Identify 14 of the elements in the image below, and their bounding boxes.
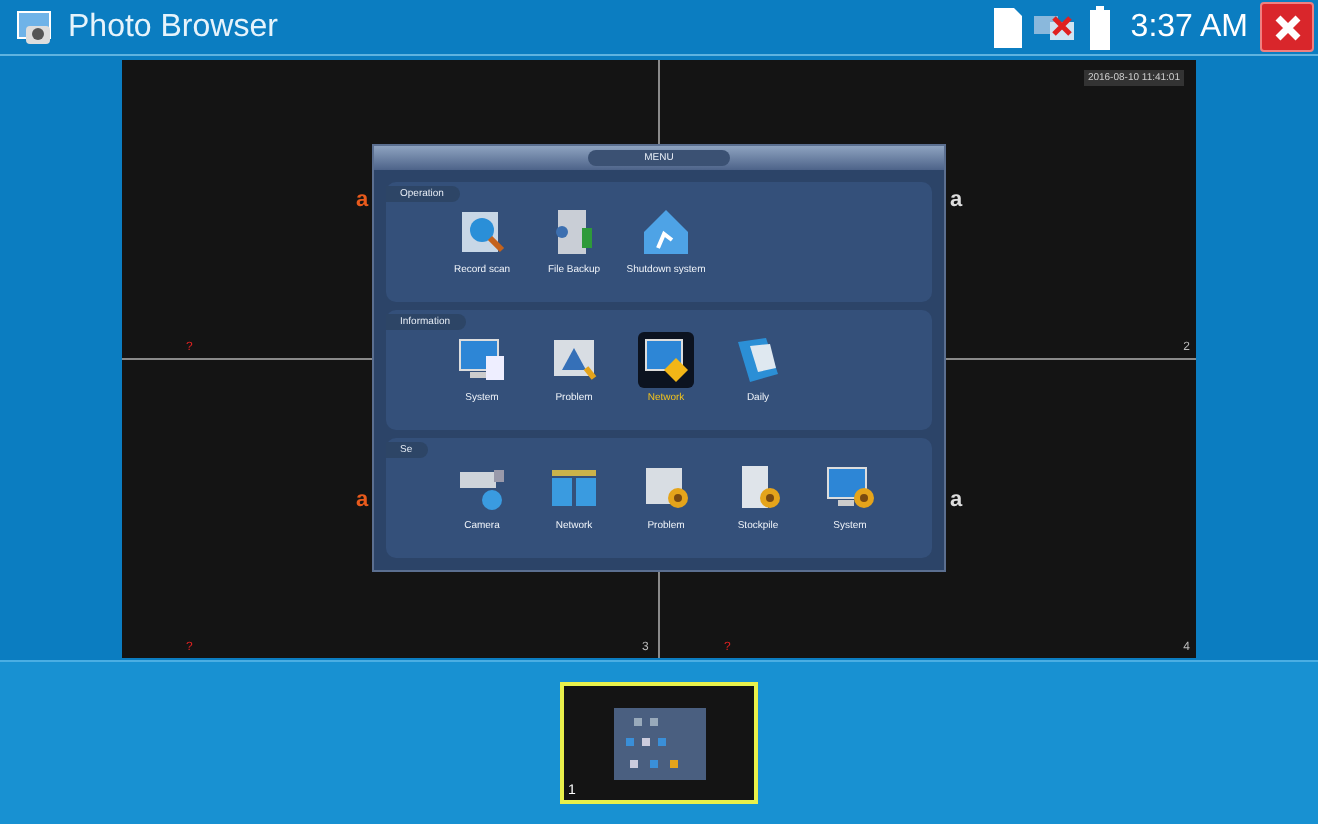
logo-fragment: a (356, 187, 369, 211)
app-title: Photo Browser (68, 9, 280, 45)
close-icon (1271, 11, 1303, 43)
sd-card-icon (994, 7, 1023, 47)
logo-fragment: a (950, 487, 963, 511)
photo-camera-icon (16, 7, 56, 47)
network-disconnected-icon (1034, 11, 1079, 43)
menu-thumbnail-drawing (613, 707, 705, 779)
monitor-info-icon[interactable] (638, 331, 694, 388)
close-button[interactable] (1260, 2, 1314, 52)
logo-fragment: a (356, 487, 369, 511)
logo-fragment: a (950, 187, 963, 211)
battery-icon (1090, 5, 1111, 49)
clock-time: 3:37 AM (1130, 9, 1248, 45)
